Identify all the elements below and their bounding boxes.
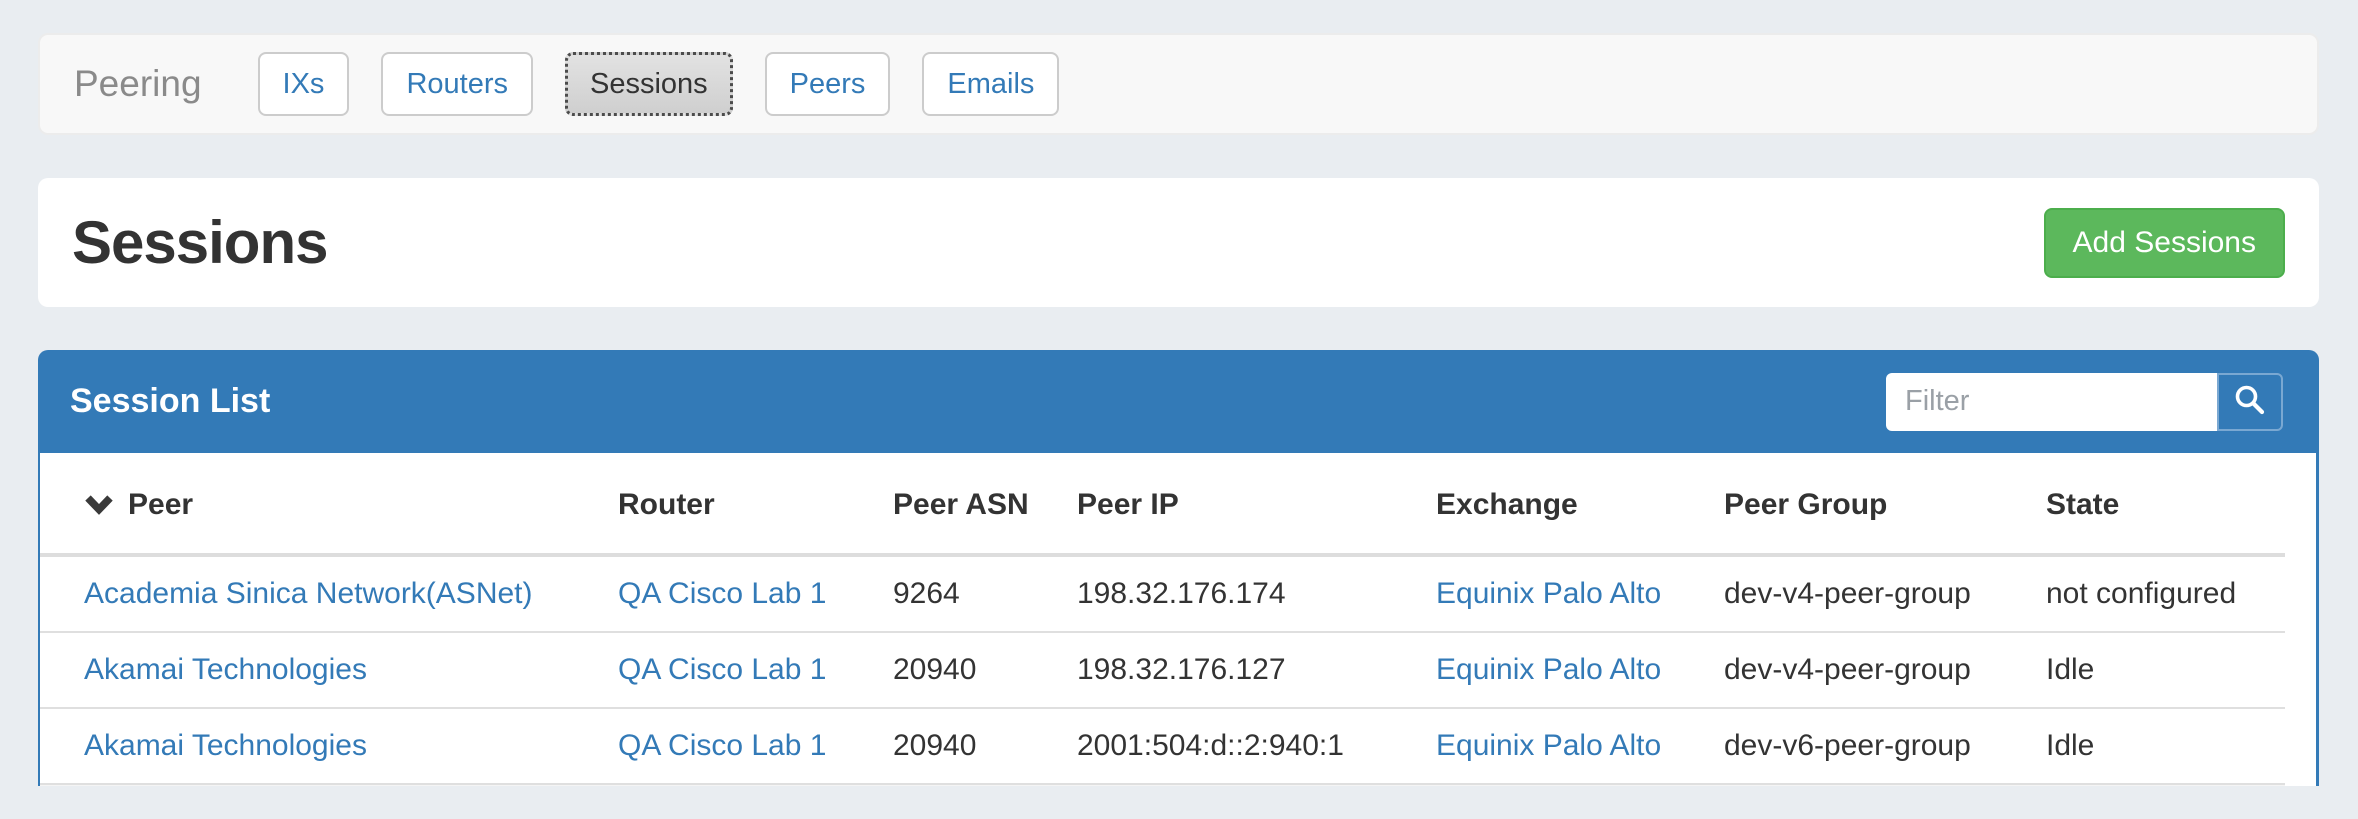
peer-ip-value: 198.32.176.174: [1077, 577, 1286, 610]
state-value: not configured: [2046, 577, 2236, 610]
cell-peer-group: dev-v6-peer-group: [1724, 708, 2046, 784]
cell-peer-asn: 20940: [893, 708, 1077, 784]
column-header-label: Peer Group: [1724, 488, 1887, 521]
peer-link[interactable]: Akamai Technologies: [84, 653, 367, 686]
table-row: Academia Sinica Network(ASNet) QA Cisco L…: [40, 555, 2285, 632]
router-link[interactable]: QA Cisco Lab 1: [618, 653, 826, 686]
session-table: Peer Router Peer ASN Peer IP Exchange Peer Gr…: [40, 453, 2285, 785]
peer-group-value: dev-v4-peer-group: [1724, 653, 1971, 686]
cell-router: QA Cisco Lab 1: [618, 632, 893, 708]
filter-group: [1886, 373, 2283, 431]
column-header-label: State: [2046, 488, 2119, 521]
panel-heading: Session List: [38, 350, 2319, 453]
cell-peer-ip: 198.32.176.174: [1077, 555, 1436, 632]
column-header-exchange[interactable]: Exchange: [1436, 453, 1724, 555]
cell-state: Idle: [2046, 632, 2285, 708]
exchange-link[interactable]: Equinix Palo Alto: [1436, 653, 1661, 686]
column-header-peer-ip[interactable]: Peer IP: [1077, 453, 1436, 555]
filter-input[interactable]: [1886, 373, 2217, 431]
router-link[interactable]: QA Cisco Lab 1: [618, 729, 826, 762]
chevron-down-icon: [84, 484, 114, 526]
column-header-state[interactable]: State: [2046, 453, 2285, 555]
cell-peer-ip: 198.32.176.127: [1077, 632, 1436, 708]
cell-peer: Akamai Technologies: [40, 708, 618, 784]
column-header-peer-asn[interactable]: Peer ASN: [893, 453, 1077, 555]
nav-button-sessions[interactable]: Sessions: [565, 52, 733, 117]
panel-body: Peer Router Peer ASN Peer IP Exchange Peer Gr…: [38, 453, 2319, 786]
cell-state: Idle: [2046, 708, 2285, 784]
column-header-label: Peer: [128, 488, 193, 521]
page-header-card: Sessions Add Sessions: [38, 178, 2319, 307]
cell-peer-asn: 20940: [893, 632, 1077, 708]
peer-group-value: dev-v6-peer-group: [1724, 729, 1971, 762]
peer-asn-value: 20940: [893, 653, 976, 686]
nav-button-emails[interactable]: Emails: [922, 52, 1059, 117]
cell-peer: Akamai Technologies: [40, 632, 618, 708]
table-header-row: Peer Router Peer ASN Peer IP Exchange Peer Gr…: [40, 453, 2285, 555]
peer-link[interactable]: Academia Sinica Network(ASNet): [84, 577, 533, 610]
peer-ip-value: 198.32.176.127: [1077, 653, 1286, 686]
exchange-link[interactable]: Equinix Palo Alto: [1436, 577, 1661, 610]
nav-button-routers[interactable]: Routers: [381, 52, 533, 117]
peer-asn-value: 9264: [893, 577, 960, 610]
nav-button-peers[interactable]: Peers: [765, 52, 891, 117]
column-header-label: Peer IP: [1077, 488, 1179, 521]
cell-peer-group: dev-v4-peer-group: [1724, 555, 2046, 632]
peer-asn-value: 20940: [893, 729, 976, 762]
table-row: Akamai Technologies QA Cisco Lab 1 20940 19…: [40, 632, 2285, 708]
column-header-label: Exchange: [1436, 488, 1578, 521]
search-button[interactable]: [2217, 373, 2283, 431]
app-brand: Peering: [74, 63, 202, 105]
cell-router: QA Cisco Lab 1: [618, 555, 893, 632]
peer-link[interactable]: Akamai Technologies: [84, 729, 367, 762]
top-navbar: Peering IXs Routers Sessions Peers Emails: [38, 33, 2319, 135]
column-header-label: Router: [618, 488, 715, 521]
state-value: Idle: [2046, 653, 2094, 686]
cell-peer-group: dev-v4-peer-group: [1724, 632, 2046, 708]
nav-button-group: IXs Routers Sessions Peers Emails: [258, 52, 1092, 117]
column-header-peer-group[interactable]: Peer Group: [1724, 453, 2046, 555]
column-header-router[interactable]: Router: [618, 453, 893, 555]
router-link[interactable]: QA Cisco Lab 1: [618, 577, 826, 610]
cell-router: QA Cisco Lab 1: [618, 708, 893, 784]
exchange-link[interactable]: Equinix Palo Alto: [1436, 729, 1661, 762]
cell-peer: Academia Sinica Network(ASNet): [40, 555, 618, 632]
search-icon: [2233, 383, 2267, 420]
panel-title: Session List: [70, 382, 270, 421]
session-list-panel: Session List Peer Router Peer ASN Peer IP Ex…: [38, 350, 2319, 786]
nav-button-ixs[interactable]: IXs: [258, 52, 350, 117]
column-header-label: Peer ASN: [893, 488, 1029, 521]
cell-peer-ip: 2001:504:d::2:940:1: [1077, 708, 1436, 784]
table-row: Akamai Technologies QA Cisco Lab 1 20940 20…: [40, 708, 2285, 784]
state-value: Idle: [2046, 729, 2094, 762]
cell-exchange: Equinix Palo Alto: [1436, 555, 1724, 632]
page-title: Sessions: [72, 208, 327, 277]
add-sessions-button[interactable]: Add Sessions: [2044, 208, 2285, 278]
cell-exchange: Equinix Palo Alto: [1436, 632, 1724, 708]
cell-peer-asn: 9264: [893, 555, 1077, 632]
peer-group-value: dev-v4-peer-group: [1724, 577, 1971, 610]
cell-state: not configured: [2046, 555, 2285, 632]
peer-ip-value: 2001:504:d::2:940:1: [1077, 729, 1344, 762]
column-header-peer[interactable]: Peer: [40, 453, 618, 555]
cell-exchange: Equinix Palo Alto: [1436, 708, 1724, 784]
